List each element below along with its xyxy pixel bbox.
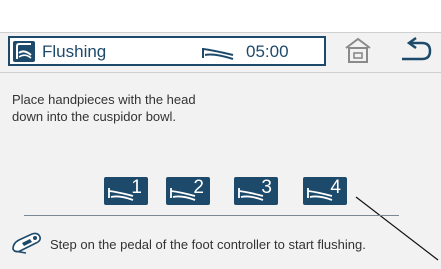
back-arrow-icon [392,36,436,69]
handpiece-button-4[interactable]: 4 [303,177,347,205]
home-icon [334,37,382,69]
home-button[interactable] [334,36,382,66]
flushing-screen: Flushing 05:00 Place handpieces with the… [0,0,441,269]
handpiece-button-2[interactable]: 2 [166,177,210,205]
handpiece-number: 2 [193,177,204,198]
handpiece-icon [307,188,333,201]
flushing-icon [13,41,35,62]
handpiece-icon [108,188,134,201]
page-title: Flushing [42,42,107,61]
instruction-text: Place handpieces with the head down into… [12,91,312,125]
handpiece-icon [202,46,234,60]
handpiece-button-3[interactable]: 3 [234,177,278,205]
handpiece-number: 3 [261,177,272,198]
handpiece-number: 4 [330,177,341,198]
footer-divider [24,215,399,216]
footer-instruction: Step on the pedal of the foot controller… [50,237,366,252]
header-divider [0,72,441,73]
title-bar: Flushing 05:00 [8,36,326,66]
instruction-line: down into the cuspidor bowl. [12,109,177,124]
timer-value: 05:00 [246,42,289,61]
back-button[interactable] [392,36,436,66]
handpiece-icon [170,188,196,201]
handpiece-icon [238,188,264,201]
top-strip [0,0,441,32]
foot-pedal-icon [10,231,44,255]
handpiece-number: 1 [131,177,142,198]
handpiece-button-1[interactable]: 1 [104,177,148,205]
top-divider [0,32,441,33]
instruction-line: Place handpieces with the head [12,92,196,107]
